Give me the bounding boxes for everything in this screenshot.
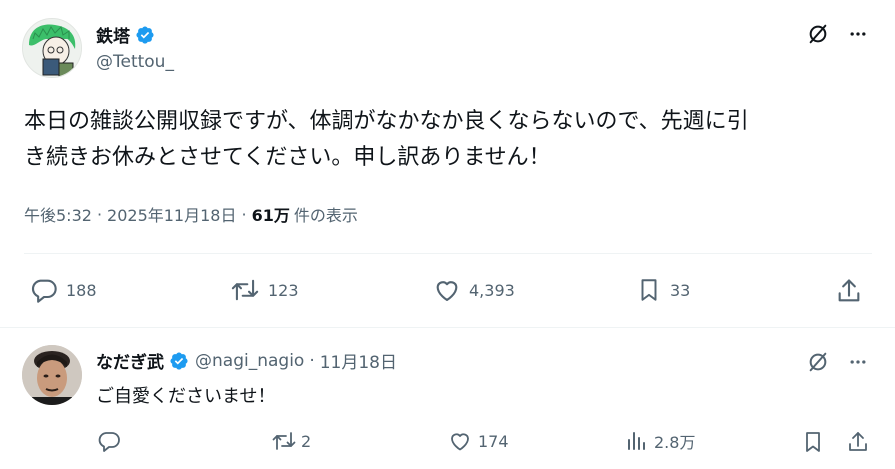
tweet-time[interactable]: 午後5:32 [24,202,92,226]
tweet-text-line-1: 本日の雑談公開収録ですが、体調がなかなか良くならないので、先週に引 [24,109,749,134]
bookmark-button[interactable]: 33 [636,276,690,304]
reply-author-handle[interactable]: @nagi_nagio [195,351,304,371]
author-handle[interactable]: @Tettou_ [96,52,174,72]
grok-icon[interactable] [806,350,830,374]
like-count: 174 [478,431,509,451]
repost-icon [231,279,259,301]
author-name[interactable]: 鉄塔 [96,22,130,47]
bookmark-button[interactable] [800,429,826,455]
more-options-icon[interactable] [846,22,870,46]
reply-icon [98,432,120,452]
verified-badge-icon[interactable] [135,25,155,45]
meta-dot: · [96,204,103,224]
views-button[interactable]: 2.8万 [624,429,695,453]
tweet-meta: 午後5:32 · 2025年11月18日 · 61万 件の表示 [24,202,358,226]
heart-icon [436,281,458,301]
avatar-photo [22,345,82,405]
bookmark-icon [641,279,657,301]
views-count[interactable]: 61万 [252,202,290,226]
tweet-text-line-2: き続きお休みとさせてください。申し訳ありません！ [24,145,551,170]
like-count: 4,393 [469,280,515,300]
avatar-illustration [23,19,81,77]
share-icon [838,279,860,302]
grok-icon[interactable] [806,22,830,46]
section-divider [0,327,895,328]
analytics-icon [628,432,645,450]
verified-badge-icon[interactable] [169,351,189,371]
views-count: 2.8万 [654,433,696,452]
meta-dot: · [241,204,247,224]
share-button[interactable] [834,276,864,306]
reply-button[interactable] [97,429,121,453]
repost-button[interactable]: 2 [271,429,311,453]
like-button[interactable]: 4,393 [433,276,515,304]
repost-count: 2 [301,431,312,451]
views-label[interactable]: 件の表示 [294,202,358,226]
more-options-icon[interactable] [846,350,870,374]
reply-text: ご自愛くださいませ！ [96,386,276,407]
reply-author-name[interactable]: なだぎ武 [96,348,164,373]
tweet-text: 本日の雑談公開収録ですが、体調がなかなか良くならないので、先週に引 き続きお休み… [24,104,880,176]
like-button[interactable]: 174 [448,429,509,453]
repost-icon [272,432,296,450]
share-icon [849,432,867,451]
repost-button[interactable]: 123 [230,276,299,304]
reply-button[interactable]: 188 [30,276,97,304]
share-button[interactable] [845,429,871,455]
author-avatar[interactable] [22,18,82,78]
repost-count: 123 [268,280,299,300]
divider [24,253,872,254]
bookmark-icon [806,432,820,452]
heart-icon [451,433,469,451]
meta-dot: · [309,350,315,371]
reply-date[interactable]: 11月18日 [320,348,397,373]
reply-icon [31,279,57,303]
reply-author-avatar[interactable] [22,345,82,405]
tweet-date[interactable]: 2025年11月18日 [107,202,236,226]
bookmark-count: 33 [670,280,691,300]
reply-count: 188 [66,280,97,300]
